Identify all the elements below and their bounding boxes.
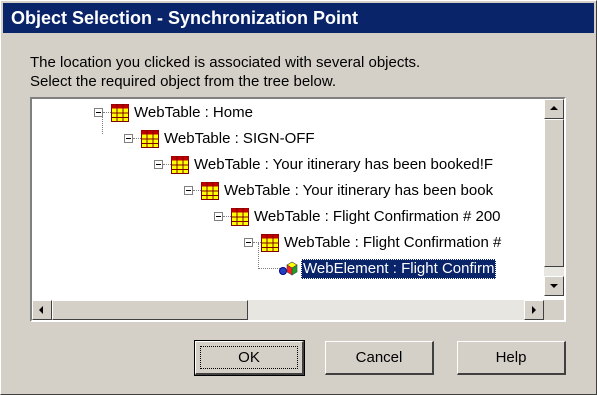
- scroll-left-button[interactable]: [32, 300, 52, 320]
- help-button-label: Help: [495, 349, 527, 366]
- tree-node-label: WebElement : Flight Confirm: [301, 259, 497, 279]
- scroll-right-button[interactable]: [524, 300, 544, 320]
- webtable-icon: [201, 182, 219, 200]
- tree-node-label: WebTable : SIGN-OFF: [164, 130, 315, 147]
- webtable-icon: [171, 156, 189, 174]
- tree-node-label: WebTable : Your itinerary has been booke…: [194, 156, 494, 173]
- arrow-right-icon: [532, 306, 536, 314]
- ok-button[interactable]: OK: [194, 340, 305, 376]
- instructions-text: The location you clicked is associated w…: [30, 53, 570, 91]
- tree-node-label: WebTable : Flight Confirmation # 200: [254, 208, 501, 225]
- scrollbar-corner: [544, 300, 564, 320]
- collapse-toggle-icon[interactable]: [244, 238, 253, 247]
- horizontal-scroll-thumb[interactable]: [52, 300, 248, 320]
- instructions-line-2: Select the required object from the tree…: [30, 73, 337, 90]
- tree-node-label: WebTable : Flight Confirmation #: [284, 234, 502, 251]
- collapse-toggle-icon[interactable]: [154, 160, 163, 169]
- arrow-left-icon: [39, 306, 43, 314]
- instructions-line-1: The location you clicked is associated w…: [30, 54, 421, 71]
- collapse-toggle-icon[interactable]: [94, 108, 103, 117]
- webelement-icon: [279, 261, 298, 276]
- dialog-title-bar[interactable]: Object Selection - Synchronization Point: [3, 3, 594, 33]
- collapse-toggle-icon[interactable]: [184, 186, 193, 195]
- vertical-scroll-thumb[interactable]: [544, 119, 564, 267]
- horizontal-scrollbar[interactable]: [32, 300, 544, 320]
- cancel-button-label: Cancel: [355, 349, 403, 366]
- tree-node-label: WebTable : Home: [134, 104, 253, 121]
- object-selection-dialog: Object Selection - Synchronization Point…: [0, 0, 597, 395]
- arrow-down-icon: [550, 284, 558, 288]
- help-button[interactable]: Help: [457, 341, 566, 375]
- scroll-down-button[interactable]: [544, 276, 564, 296]
- webtable-icon: [111, 104, 129, 122]
- vertical-scrollbar[interactable]: [544, 99, 564, 296]
- webtable-icon: [231, 208, 249, 226]
- collapse-toggle-icon[interactable]: [124, 134, 133, 143]
- arrow-up-icon: [550, 106, 558, 110]
- object-tree[interactable]: WebTable : Home WebTable : SIGN-OFF WebT…: [30, 97, 566, 322]
- dialog-title: Object Selection - Synchronization Point: [11, 8, 359, 28]
- collapse-toggle-icon[interactable]: [214, 212, 223, 221]
- tree-content: WebTable : Home WebTable : SIGN-OFF WebT…: [32, 99, 544, 296]
- scroll-up-button[interactable]: [544, 99, 564, 119]
- tree-node-label: WebTable : Your itinerary has been book: [224, 182, 494, 199]
- cancel-button[interactable]: Cancel: [325, 341, 434, 375]
- webtable-icon: [141, 130, 159, 148]
